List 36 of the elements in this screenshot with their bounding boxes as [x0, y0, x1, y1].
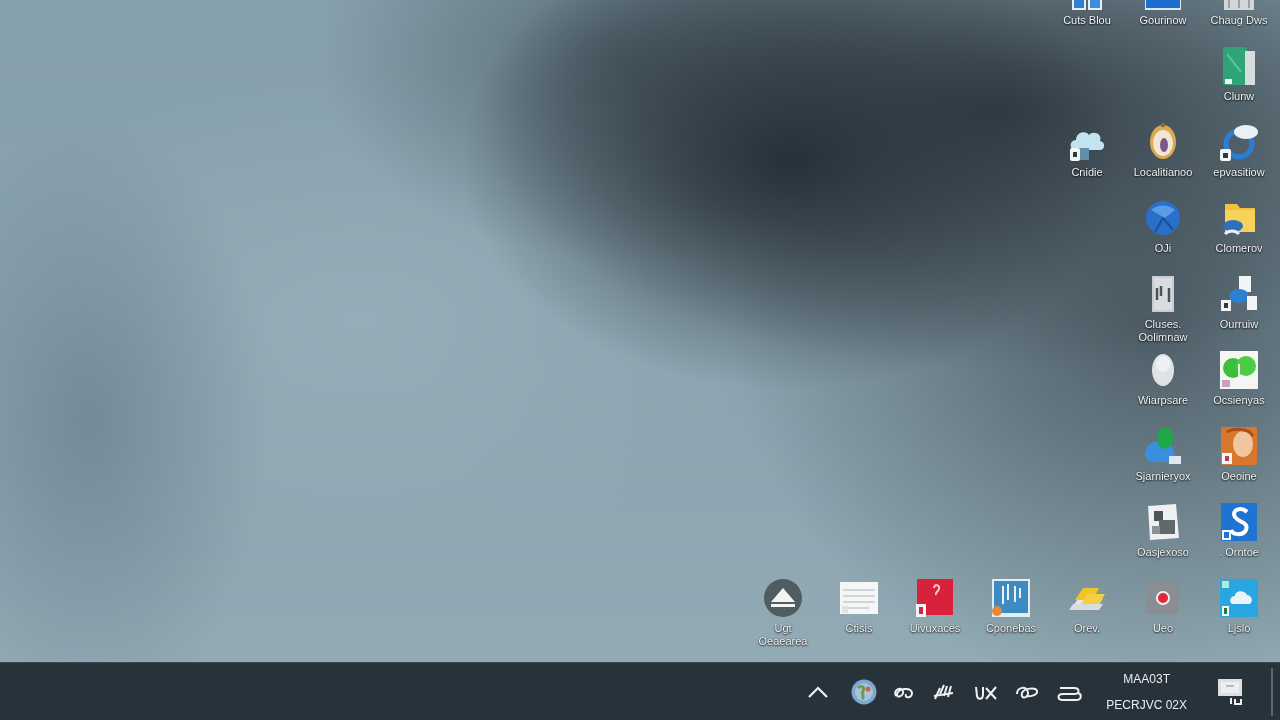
image-icon: [991, 578, 1031, 618]
desktop-shortcut[interactable]: Oasjexoso: [1134, 496, 1192, 561]
desktop-shortcut[interactable]: Cponebas: [982, 572, 1040, 637]
globe-icon[interactable]: [851, 678, 878, 705]
desktop-shortcut[interactable]: Ocsienyas: [1210, 344, 1268, 409]
desktop-shortcut[interactable]: Localitianoo: [1130, 116, 1196, 181]
desktop-shortcut[interactable]: Orev.: [1064, 572, 1110, 637]
desktop-shortcut[interactable]: Sjarnieryox: [1132, 420, 1194, 485]
desktop-shortcut[interactable]: . Orntoe: [1216, 496, 1262, 561]
chevron-up-icon[interactable]: [807, 684, 830, 699]
desktop-shortcut[interactable]: Ueo: [1140, 572, 1186, 637]
desktop-shortcut[interactable]: Gourinow: [1136, 0, 1190, 29]
triangle-circle-icon: [763, 578, 803, 618]
user-icon: [1143, 426, 1183, 466]
picture-icon: [1219, 426, 1259, 466]
desktop-shortcut[interactable]: Ourruiw: [1216, 268, 1262, 333]
desktop-shortcut[interactable]: Chaug Dws: [1207, 0, 1271, 29]
desktop-shortcut[interactable]: Cuts Blou: [1060, 0, 1114, 29]
ring-icon: [1219, 122, 1259, 162]
shared-file-icon: [1219, 274, 1259, 314]
message-icon[interactable]: [1217, 677, 1245, 706]
sphere-icon: [1143, 198, 1183, 238]
swirl-icon: [1219, 502, 1259, 542]
desktop-shortcut[interactable]: Clunw: [1216, 40, 1262, 105]
desktop-shortcut[interactable]: OJi: [1140, 192, 1186, 257]
desktop-shortcut[interactable]: Cluses. Oolimnaw: [1135, 268, 1191, 346]
clock[interactable]: MAA03T PECRJVC 02X: [1106, 671, 1187, 712]
desktop-shortcut[interactable]: Oeoine: [1216, 420, 1262, 485]
tile-icon: [1219, 578, 1259, 618]
desktop-shortcut[interactable]: epvasitiow: [1210, 116, 1268, 181]
desktop-shortcut[interactable]: Wiarpsare: [1134, 344, 1192, 409]
window-icon: [1143, 0, 1183, 10]
desktop-shortcut[interactable]: Clomerov: [1212, 192, 1266, 257]
tree-tile-icon: [1219, 350, 1259, 390]
app-tile-icon: [915, 578, 955, 618]
desktop-shortcut[interactable]: Cnidie: [1064, 116, 1110, 181]
